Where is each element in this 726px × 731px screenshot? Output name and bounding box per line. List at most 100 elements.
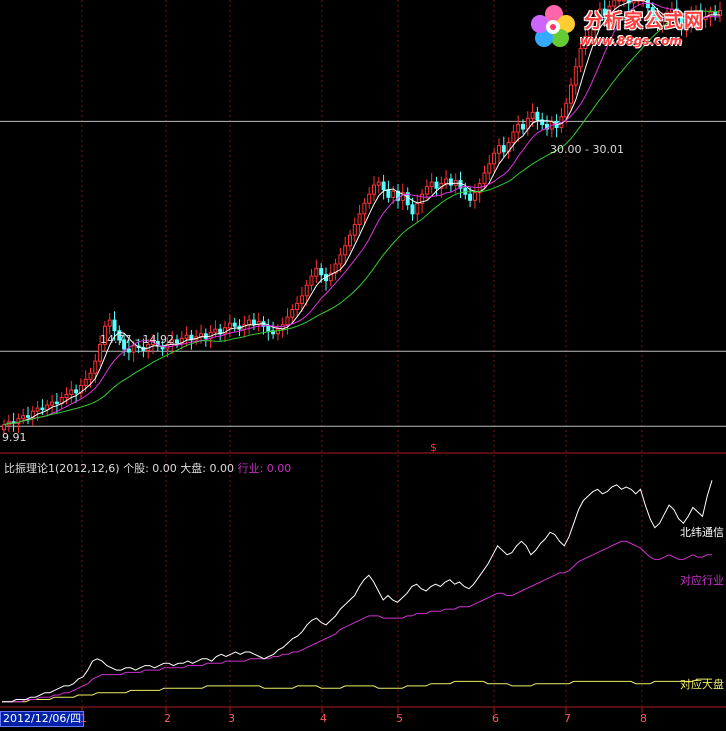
high-level-label: 30.00 - 30.01	[550, 143, 624, 156]
candle-body	[299, 295, 304, 304]
candle-body	[521, 123, 525, 130]
candle-body	[98, 343, 103, 362]
candle-body	[367, 193, 372, 204]
logo-title: 分析家公式网	[584, 10, 705, 32]
candle-body	[338, 254, 343, 265]
candle-body	[501, 145, 506, 153]
candle-body	[93, 360, 98, 374]
series-label-market: 对应大盘	[680, 678, 724, 691]
candle-body	[232, 322, 237, 327]
month-label-8: 8	[640, 712, 647, 725]
candle-body	[126, 348, 131, 353]
indicator-line-market	[2, 678, 712, 703]
month-label-5: 5	[396, 712, 403, 725]
candle-body	[516, 123, 521, 133]
candle-body	[573, 66, 578, 86]
industry-value: 0.00	[266, 462, 292, 475]
candle-body	[352, 224, 357, 236]
month-label-4: 4	[320, 712, 327, 725]
candle-body	[463, 187, 468, 195]
candle-body	[376, 181, 381, 186]
price-marker: $	[430, 441, 437, 454]
candle-body	[444, 178, 449, 185]
candle-body	[410, 204, 415, 215]
candle-body	[487, 163, 492, 174]
candle-body	[266, 325, 271, 332]
site-logo: 分析家公式网 www.88gs.com	[526, 2, 726, 52]
candle-body	[88, 372, 93, 380]
indicator-name[interactable]: 比振理论1(2012,12,6)	[4, 462, 120, 475]
ma-line-mid	[3, 2, 721, 426]
candle-body	[290, 309, 295, 318]
candle-body	[564, 102, 569, 118]
candle-body	[40, 407, 45, 411]
stock-value: 0.00	[152, 462, 177, 475]
candle-body	[309, 275, 314, 286]
series-label-stock: 北纬通信	[680, 526, 724, 539]
candle-body	[203, 333, 208, 339]
candle-body	[472, 192, 477, 201]
candle-body	[357, 213, 362, 225]
candle-body	[295, 302, 300, 310]
month-label-3: 3	[228, 712, 235, 725]
candle-body	[348, 234, 352, 247]
candle-body	[35, 407, 40, 412]
candle-body	[492, 152, 497, 165]
candle-body	[448, 178, 453, 186]
candle-body	[26, 415, 30, 418]
indicator-line-stock	[2, 480, 713, 703]
ma-line-long	[3, 10, 721, 426]
candle-body	[314, 268, 319, 277]
candle-body	[2, 424, 6, 430]
candle-body	[50, 401, 55, 406]
month-label-1: 1	[80, 712, 87, 725]
candle-body	[285, 316, 290, 326]
indicator-line-industry	[2, 540, 712, 703]
logo-url: www.88gs.com	[580, 34, 682, 48]
candle-body	[107, 319, 112, 327]
stock-label: 个股:	[123, 462, 149, 475]
candle-body	[372, 184, 376, 195]
candle-body	[381, 181, 386, 191]
candle-body	[247, 319, 252, 326]
candle-body	[621, 0, 626, 2]
series-label-industry: 对应行业	[680, 574, 724, 587]
candle-body	[391, 190, 396, 198]
chart-window: 分析家公式网 www.88gs.com 9.91 14.77 - 14.92 3…	[0, 0, 726, 731]
candle-body	[21, 415, 26, 420]
mid-level-label: 14.77 - 14.92	[100, 333, 174, 346]
candle-body	[83, 378, 88, 386]
candle-body	[74, 389, 79, 394]
candle-body	[69, 389, 74, 395]
candle-body	[434, 181, 439, 189]
candle-body	[535, 111, 540, 121]
candle-body	[424, 186, 429, 195]
candle-body	[64, 394, 69, 398]
candle-body	[227, 322, 232, 329]
candle-body	[213, 328, 218, 333]
low-level-label: 9.91	[2, 431, 27, 444]
candle-body	[184, 334, 189, 339]
candle-body	[617, 0, 622, 2]
market-value: 0.00	[209, 462, 235, 475]
candle-body	[54, 401, 59, 405]
candle-body	[468, 193, 473, 201]
month-label-2: 2	[164, 712, 171, 725]
candle-body	[131, 345, 136, 353]
industry-label: 行业:	[237, 462, 264, 475]
candle-body	[415, 202, 420, 215]
month-label-7: 7	[564, 712, 571, 725]
candle-body	[304, 284, 309, 297]
candle-body	[497, 145, 501, 154]
candle-body	[175, 339, 179, 344]
candle-body	[511, 131, 516, 144]
candle-body	[569, 84, 573, 104]
candle-body	[482, 172, 487, 185]
chart-canvas[interactable]	[0, 0, 726, 731]
candle-body	[343, 245, 348, 256]
flower-logo-icon	[531, 5, 575, 47]
ma-line-short	[3, 0, 720, 426]
candle-body	[362, 202, 367, 215]
candle-body	[112, 319, 117, 332]
month-label-6: 6	[492, 712, 499, 725]
